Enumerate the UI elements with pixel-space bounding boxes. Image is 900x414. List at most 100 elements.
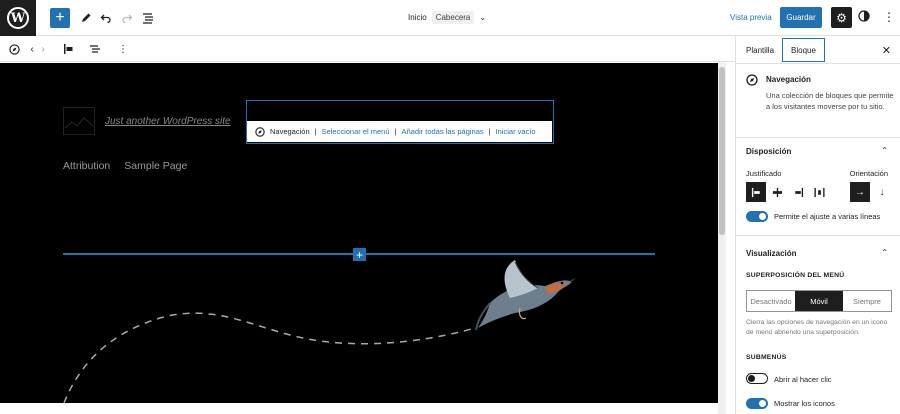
orientation-vertical-button[interactable]: ↓ — [872, 182, 892, 202]
display-panel-title[interactable]: Visualización — [746, 249, 797, 258]
show-icons-toggle[interactable] — [746, 398, 768, 409]
separator: | — [394, 127, 397, 136]
overlay-menu-segmented-control: Desactivado Móvil Siempre — [746, 290, 892, 312]
image-placeholder-icon — [64, 117, 94, 129]
chevron-up-icon[interactable]: ⌃ — [881, 248, 888, 257]
submenus-label: SUBMENÚS — [746, 354, 787, 361]
redo-icon — [122, 14, 133, 24]
block-options-button[interactable]: ⋮ — [118, 42, 128, 56]
close-sidebar-button[interactable]: ✕ — [882, 44, 891, 57]
settings-button[interactable]: ⚙ — [831, 7, 852, 28]
orientation-horizontal-button[interactable]: → — [850, 182, 870, 202]
tab-template[interactable]: Plantilla — [738, 36, 782, 64]
bird-illustration — [475, 260, 576, 331]
scrollbar-thumb[interactable] — [719, 67, 725, 235]
dashed-flight-path — [63, 312, 476, 403]
divider — [736, 235, 900, 236]
undo-icon — [100, 14, 111, 24]
orientation-toolbar-button[interactable] — [88, 42, 102, 56]
justify-left-icon — [751, 187, 760, 197]
move-left-button[interactable]: ‹ — [27, 42, 37, 56]
template-part-badge: Cabecera — [431, 11, 475, 24]
arrow-down-icon: ↓ — [879, 186, 885, 198]
site-tagline[interactable]: Just another WordPress site — [105, 116, 231, 127]
tab-block[interactable]: Bloque — [782, 38, 825, 62]
justify-label: Justificado — [746, 169, 782, 178]
list-view-icon — [143, 13, 153, 24]
overlay-option-always[interactable]: Siempre — [843, 291, 891, 311]
half-circle-icon — [858, 10, 870, 22]
justify-toolbar-button[interactable] — [62, 42, 76, 56]
menu-item-attribution[interactable]: Attribution — [63, 160, 110, 172]
overlay-option-mobile[interactable]: Móvil — [795, 291, 843, 311]
justify-space-between-button[interactable] — [809, 182, 829, 202]
inline-inserter-button[interactable]: + — [353, 248, 366, 261]
wrap-label: Permite el ajuste a varias líneas — [774, 212, 881, 221]
breadcrumb-parent: Inicio — [408, 13, 427, 22]
block-toolbar: ‹ › ⋮ — [0, 36, 735, 62]
compass-icon — [746, 74, 758, 86]
plus-icon: + — [55, 9, 65, 26]
vertical-ellipsis-icon: ⋮ — [118, 43, 128, 55]
preview-link[interactable]: Vista previa — [730, 13, 772, 22]
justify-space-between-icon — [813, 187, 825, 197]
wrap-toggle[interactable] — [746, 211, 768, 222]
select-menu-button[interactable]: Seleccionar el menú — [322, 127, 390, 136]
plus-icon: + — [355, 247, 363, 262]
navigation-placeholder: Navegación | Seleccionar el menú | Añadi… — [247, 121, 552, 142]
wordpress-logo-button[interactable]: W — [0, 0, 36, 36]
overlay-help-text: Cierra las opciones de navegación en un … — [746, 319, 888, 336]
editor-canvas[interactable]: Just another WordPress site Navegación |… — [0, 63, 718, 403]
add-all-pages-button[interactable]: Añadir todas las páginas — [401, 127, 483, 136]
compass-icon — [8, 43, 20, 55]
add-block-button[interactable]: + — [50, 8, 70, 28]
page-list: Attribution Sample Page — [63, 160, 187, 172]
chevron-up-icon[interactable]: ⌃ — [881, 146, 888, 155]
move-right-button[interactable]: › — [38, 42, 48, 56]
separator: | — [488, 127, 491, 136]
align-icon — [90, 45, 100, 53]
navigation-label: Navegación — [270, 127, 310, 136]
redo-button[interactable] — [117, 8, 137, 28]
styles-button[interactable] — [858, 10, 870, 22]
pencil-icon — [82, 13, 91, 22]
list-view-button[interactable] — [138, 8, 158, 28]
show-icons-label: Mostrar los iconos — [774, 399, 835, 408]
wordpress-logo-icon: W — [7, 7, 29, 29]
undo-button[interactable] — [96, 8, 116, 28]
justify-center-button[interactable] — [767, 182, 787, 202]
compass-icon — [255, 126, 265, 137]
separator: | — [314, 127, 317, 136]
editor-top-bar: W + Inicio Cabecera ⌄ Vista previa Guard… — [0, 0, 900, 36]
arrow-right-icon: → — [855, 186, 865, 198]
block-type-button[interactable] — [8, 42, 20, 56]
block-description: Una colección de bloques que permite a l… — [766, 91, 894, 111]
edit-tools-button[interactable] — [76, 8, 96, 28]
layout-panel-title[interactable]: Disposición — [746, 147, 791, 156]
start-empty-button[interactable]: Iniciar vacío — [496, 127, 536, 136]
block-card: Navegación Una colección de bloques que … — [736, 64, 900, 138]
justify-center-icon — [772, 187, 782, 197]
site-logo-placeholder[interactable] — [63, 107, 95, 135]
justify-right-icon — [794, 187, 803, 197]
overlay-option-off[interactable]: Desactivado — [747, 291, 795, 311]
document-title[interactable]: Inicio Cabecera ⌄ — [408, 11, 486, 24]
canvas-scrollbar[interactable] — [718, 63, 726, 414]
overlay-menu-label: SUPERPOSICIÓN DEL MENÚ — [746, 272, 845, 279]
settings-sidebar: Plantilla Bloque ✕ Navegación Una colecc… — [735, 36, 900, 414]
open-on-click-toggle[interactable] — [746, 373, 768, 384]
justify-left-button[interactable] — [746, 182, 766, 202]
chevron-right-icon: › — [41, 43, 45, 55]
close-icon: ✕ — [881, 45, 891, 57]
justify-left-icon — [64, 44, 73, 54]
gear-icon: ⚙ — [836, 10, 847, 25]
navigation-block-selected[interactable]: Navegación | Seleccionar el menú | Añadi… — [246, 100, 554, 144]
save-button[interactable]: Guardar — [780, 7, 822, 28]
options-button[interactable]: ⋮ — [883, 10, 895, 24]
vertical-ellipsis-icon: ⋮ — [883, 10, 895, 24]
justify-right-button[interactable] — [788, 182, 808, 202]
menu-item-sample-page[interactable]: Sample Page — [124, 160, 187, 172]
open-on-click-label: Abrir al hacer clic — [774, 375, 832, 384]
orientation-label: Orientación — [849, 169, 888, 178]
chevron-left-icon: ‹ — [30, 43, 34, 55]
